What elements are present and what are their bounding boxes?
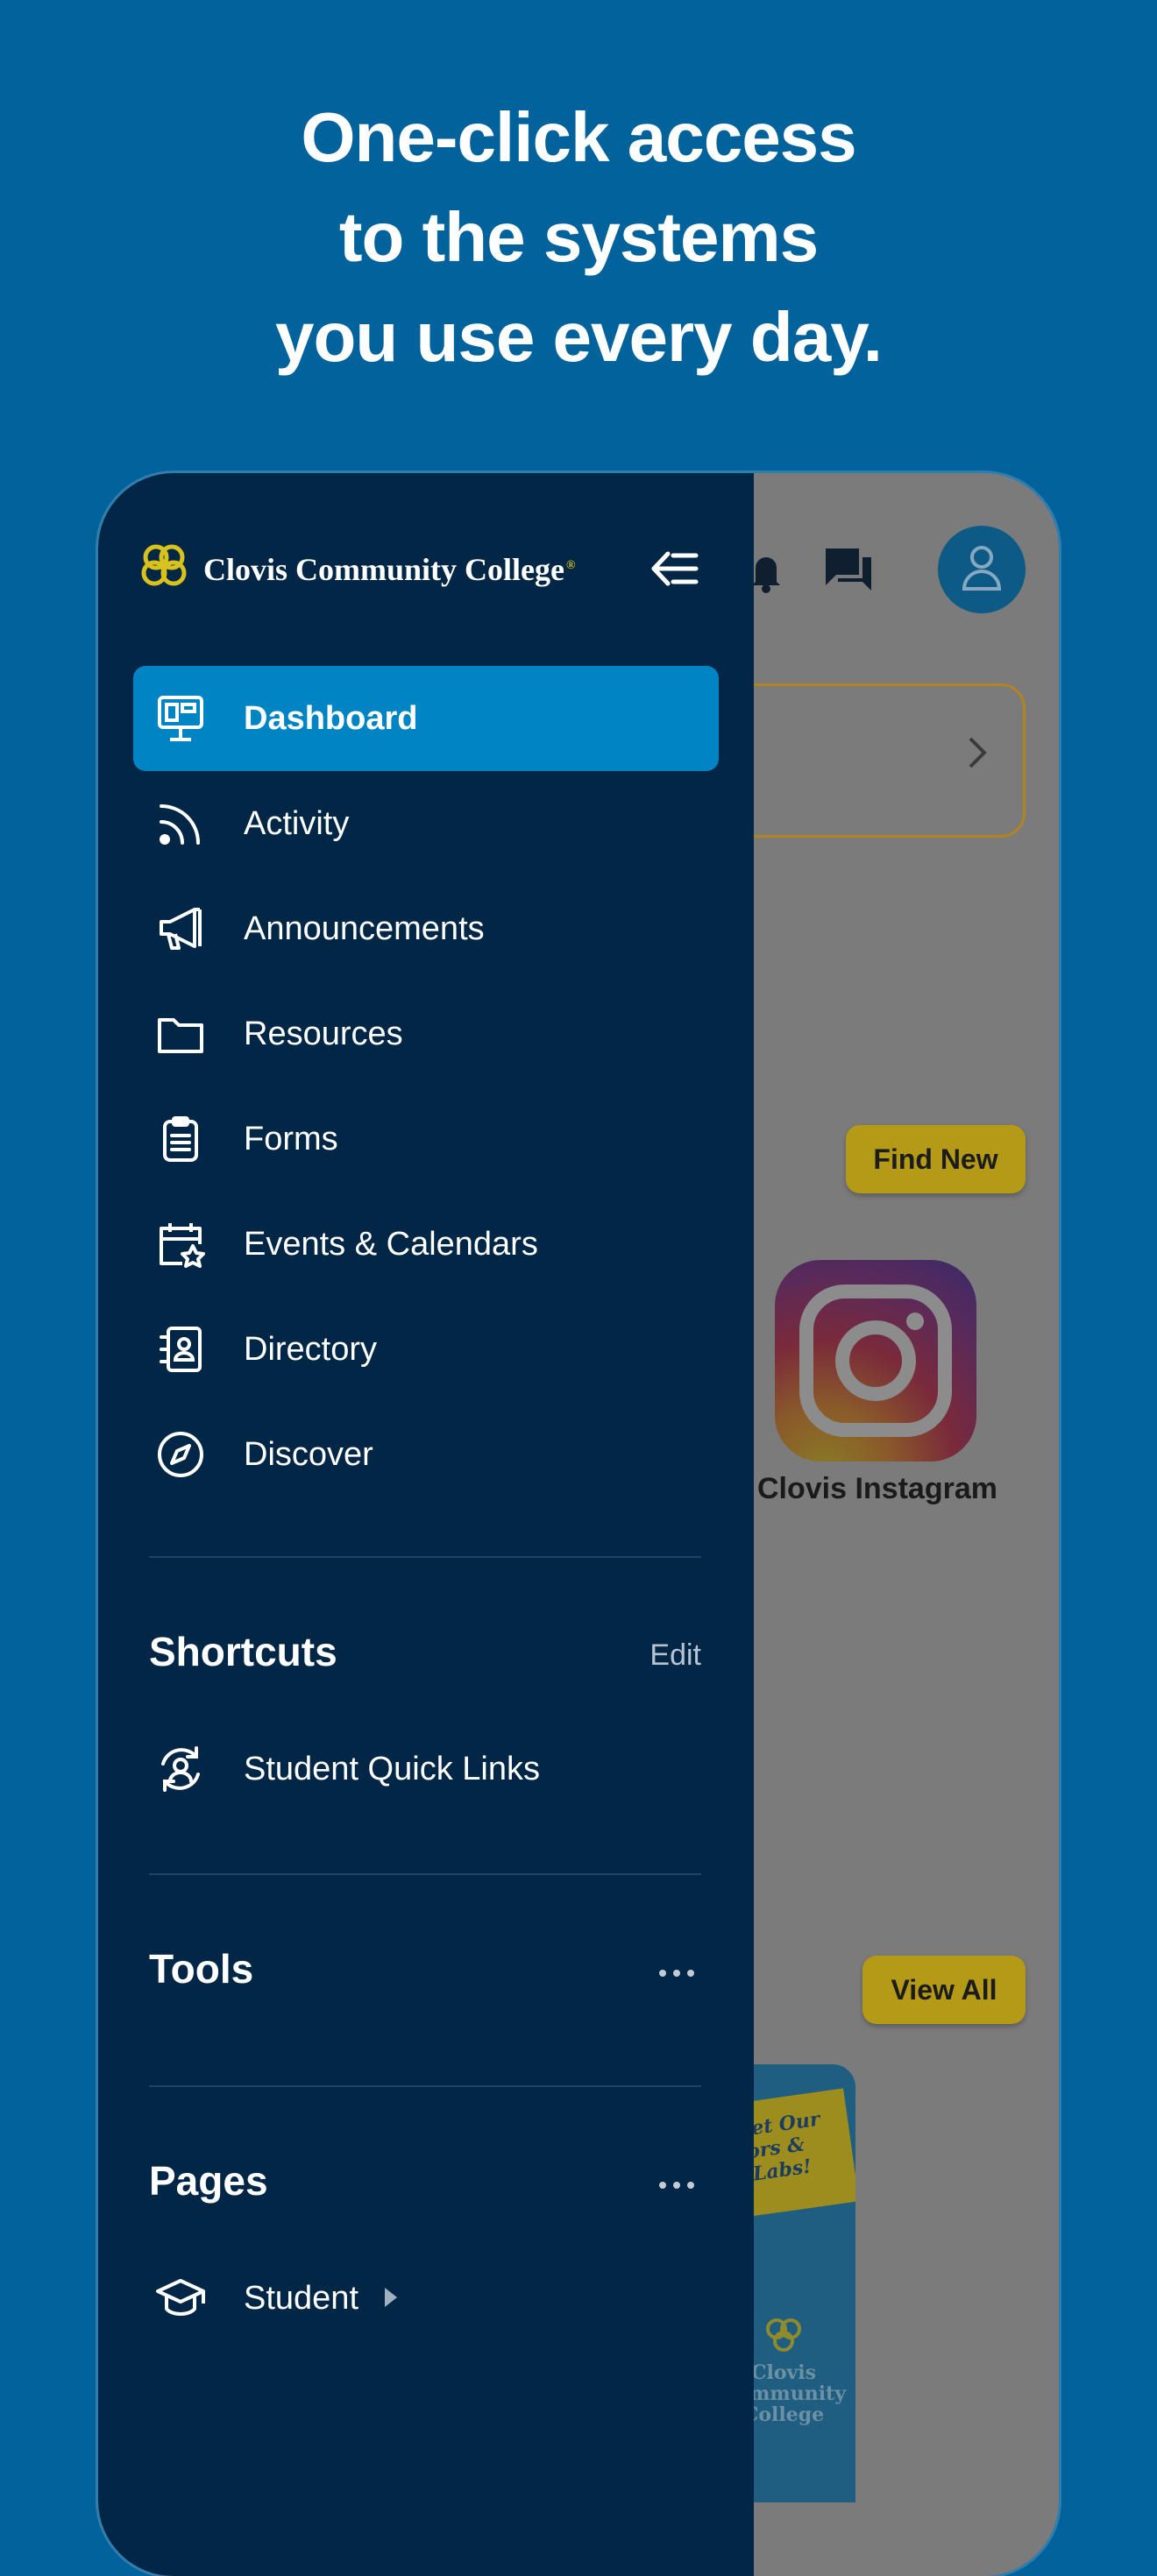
nav-item-resources[interactable]: Resources <box>133 981 719 1086</box>
divider <box>149 1873 701 1875</box>
chevron-right-icon <box>967 735 988 775</box>
caret-right-icon[interactable] <box>383 2280 399 2318</box>
brand: Clovis Community College ® <box>137 540 575 598</box>
tools-more-icon[interactable] <box>652 1964 701 1982</box>
alert-card[interactable] <box>712 683 1026 838</box>
headline: One-click access to the systems you use … <box>0 88 1157 387</box>
nav-item-directory[interactable]: Directory <box>133 1297 719 1402</box>
college-logo-icon <box>137 540 191 598</box>
user-sync-icon <box>154 1743 207 1795</box>
find-new-button[interactable]: Find New <box>846 1125 1026 1193</box>
nav-item-dashboard[interactable]: Dashboard <box>133 666 719 771</box>
headline-line-2: to the systems <box>338 198 819 276</box>
shortcuts-title: Shortcuts <box>149 1629 337 1674</box>
calendar-star-icon <box>154 1218 207 1270</box>
headline-line-3: you use every day. <box>275 298 883 376</box>
contact-book-icon <box>154 1323 207 1376</box>
brand-mark: ® <box>565 558 576 572</box>
pages-item-label: Student <box>244 2279 358 2317</box>
nav-label-activity: Activity <box>244 804 350 842</box>
graduation-cap-icon <box>154 2272 207 2325</box>
nav-item-forms[interactable]: Forms <box>133 1086 719 1192</box>
instagram-icon[interactable] <box>775 1260 976 1461</box>
instagram-label: Clovis Instagram <box>757 1472 997 1505</box>
phone-frame: Find New Clovis Instagram View All e Mee… <box>98 473 1059 2576</box>
pages-more-icon[interactable] <box>652 2176 701 2194</box>
main-nav: Dashboard Activity Announcements Resourc… <box>133 666 719 1507</box>
folder-icon <box>154 1008 207 1060</box>
pages-title: Pages <box>149 2158 268 2204</box>
navigation-drawer: Clovis Community College ® Dashboard Act… <box>98 473 754 2576</box>
shortcuts-edit-link[interactable]: Edit <box>649 1638 701 1673</box>
nav-item-events-calendars[interactable]: Events & Calendars <box>133 1192 719 1297</box>
nav-item-activity[interactable]: Activity <box>133 771 719 876</box>
shortcut-label: Student Quick Links <box>244 1750 540 1787</box>
nav-label-dashboard: Dashboard <box>244 699 418 737</box>
chat-icon[interactable] <box>819 541 878 598</box>
megaphone-icon <box>154 902 207 955</box>
dashboard-icon <box>154 692 207 745</box>
nav-label-announcements: Announcements <box>244 909 485 947</box>
rss-icon <box>154 797 207 850</box>
divider <box>149 1556 701 1558</box>
user-icon <box>960 543 1004 597</box>
view-all-button[interactable]: View All <box>862 1956 1026 2024</box>
nav-label-forms: Forms <box>244 1120 338 1157</box>
clipboard-icon <box>154 1113 207 1165</box>
profile-button[interactable] <box>938 526 1026 613</box>
compass-icon <box>154 1428 207 1481</box>
headline-line-1: One-click access <box>301 98 856 176</box>
shortcut-item-student-quick-links[interactable]: Student Quick Links <box>133 1721 719 1817</box>
collapse-drawer-button[interactable] <box>649 547 701 591</box>
brand-name: Clovis Community College ® <box>203 551 576 587</box>
nav-label-events-calendars: Events & Calendars <box>244 1225 538 1263</box>
nav-label-directory: Directory <box>244 1330 378 1368</box>
tools-title: Tools <box>149 1946 254 1992</box>
pages-item-student[interactable]: Student <box>133 2250 719 2346</box>
college-logo-icon <box>761 2315 806 2360</box>
menu-collapse-icon <box>649 551 701 594</box>
nav-label-discover: Discover <box>244 1435 373 1473</box>
nav-item-announcements[interactable]: Announcements <box>133 876 719 981</box>
nav-label-resources: Resources <box>244 1015 403 1052</box>
nav-item-discover[interactable]: Discover <box>133 1402 719 1507</box>
divider <box>149 2085 701 2087</box>
